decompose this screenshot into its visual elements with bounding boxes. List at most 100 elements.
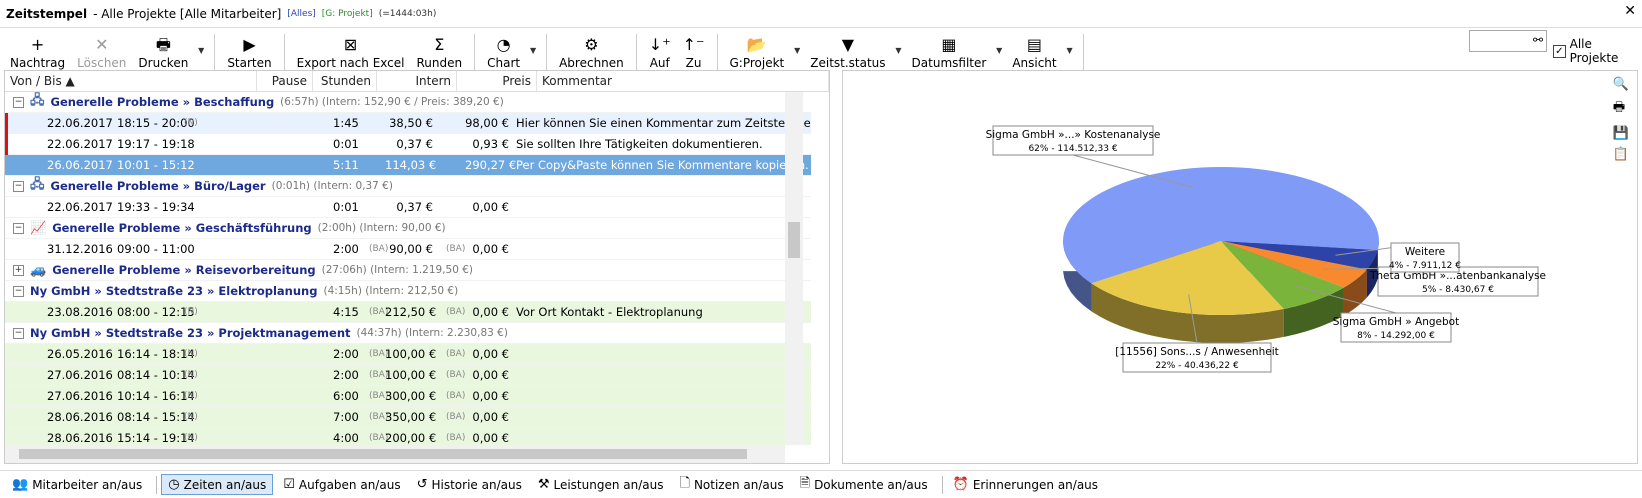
- print-icon[interactable]: 🖶: [1613, 98, 1629, 120]
- group-row[interactable]: + 🚙 Generelle Probleme » Reisevorbereitung…: [5, 260, 811, 281]
- notizen-icon: 🗋: [679, 475, 690, 491]
- gprojekt-button[interactable]: 📂 G:Projekt ▼: [724, 32, 801, 71]
- group-summary: (6:57h) (Intern: 152,90 € / Preis: 389,2…: [280, 96, 504, 108]
- expand-toggle-icon[interactable]: −: [13, 222, 24, 234]
- table-row[interactable]: 28.06.2016 15:14 - 19:14 (N) 4:00 (BA) 200,00…: [5, 428, 811, 445]
- date-cell: 23.08.2016: [47, 305, 113, 319]
- table-row[interactable]: 26.06.2017 10:01 - 15:12 5:11 114,03 € 290,2…: [5, 155, 811, 176]
- dropdown-arrow-icon[interactable]: ▼: [895, 46, 901, 55]
- dropdown-arrow-icon[interactable]: ▼: [530, 46, 536, 55]
- alle-projekte-checkbox[interactable]: ✓ Alle Projekte: [1553, 37, 1642, 65]
- table-row[interactable]: 22.06.2017 19:17 - 19:18 0:01 0,37 € 0,93 € S…: [5, 134, 811, 155]
- dropdown-arrow-icon[interactable]: ▼: [198, 46, 204, 55]
- close-icon[interactable]: ✕: [1624, 3, 1636, 19]
- gprojekt-label: G:Projekt: [729, 56, 785, 70]
- table-row[interactable]: 27.06.2016 10:14 - 16:14 (N) 6:00 (BA) 300,00…: [5, 386, 811, 407]
- ansicht-label: Ansicht: [1012, 56, 1057, 70]
- dokumente-toggle[interactable]: 🗎 Dokumente an/aus: [794, 472, 934, 498]
- datumsfilter-button[interactable]: ▦ Datumsfilter ▼: [906, 32, 1003, 71]
- preis-cell: 0,00 €: [472, 347, 509, 361]
- checkbox-mark[interactable]: ✓: [1553, 44, 1566, 58]
- table-row[interactable]: 22.06.2017 18:15 - 20:00 (N) 1:45 38,50 €98,…: [5, 113, 811, 134]
- loeschen-button[interactable]: ✕ Löschen: [71, 32, 132, 71]
- group-row[interactable]: − 📈 Generelle Probleme » Geschäftsführung (…: [5, 218, 811, 239]
- historie-toggle[interactable]: ↺ Historie an/aus: [411, 475, 528, 494]
- mitarbeiter-label: Mitarbeiter an/aus: [32, 477, 143, 492]
- bottom-separator: [941, 475, 943, 494]
- time-cell: 09:00 - 11:00: [117, 242, 195, 256]
- intern-cell: 100,00 €: [385, 347, 437, 361]
- date-cell: 31.12.2016: [47, 242, 113, 256]
- sort-auf-button[interactable]: ↓⁺ Auf: [643, 32, 677, 71]
- group-summary: (44:37h) (Intern: 2.230,83 €): [356, 327, 508, 339]
- col-von-bis[interactable]: Von / Bis ▲: [5, 71, 257, 91]
- intern-badge: (BA): [446, 370, 466, 380]
- runden-button[interactable]: Σ Runden: [410, 32, 468, 71]
- hours-cell: 5:11: [333, 158, 359, 172]
- chart-button[interactable]: ◔ Chart ▼: [481, 32, 536, 71]
- table-row[interactable]: 23.08.2016 08:00 - 12:15 (N) 4:15 (BA) 212,50…: [5, 302, 811, 323]
- intern-cell: 38,50 €: [389, 116, 433, 130]
- group-row[interactable]: − 🖧 Generelle Probleme » Büro/Lager (0:01h)…: [5, 176, 811, 197]
- expand-toggle-icon[interactable]: +: [13, 264, 24, 276]
- group-row[interactable]: − Ny GmbH » Stedtstraße 23 » Elektroplanu…: [5, 281, 811, 302]
- binoculars-icon[interactable]: ⚯: [1533, 33, 1543, 47]
- aufgaben-toggle[interactable]: ☑ Aufgaben an/aus: [277, 475, 406, 494]
- search-input[interactable]: ⚯: [1469, 30, 1547, 52]
- abrechnen-button[interactable]: ⚙ Abrechnen: [553, 32, 630, 71]
- col-kommentar[interactable]: Kommentar: [537, 71, 829, 91]
- intern-badge: (BA): [446, 244, 466, 254]
- expand-toggle-icon[interactable]: −: [13, 180, 24, 192]
- group-row[interactable]: − 🖧 Generelle Probleme » Beschaffung (6:57h…: [5, 92, 811, 113]
- intern-cell: 200,00 €: [385, 431, 437, 445]
- sort-zu-button[interactable]: ↑⁻ Zu: [677, 32, 711, 71]
- dropdown-arrow-icon[interactable]: ▼: [996, 46, 1002, 55]
- zoom-icon[interactable]: 🔍: [1613, 77, 1629, 92]
- flag-cell: (N): [184, 307, 198, 317]
- col-pause[interactable]: Pause: [257, 71, 313, 91]
- table-row[interactable]: 22.06.2017 19:33 - 19:34 0:01 0,37 € 0,00 €: [5, 197, 811, 218]
- intern-badge: (BA): [446, 433, 466, 443]
- save-icon[interactable]: 💾: [1613, 126, 1629, 141]
- project-icon: 🖧: [30, 177, 45, 192]
- leistungen-toggle[interactable]: ⚒ Leistungen an/aus: [532, 475, 670, 494]
- nachtrag-button[interactable]: + Nachtrag: [4, 32, 71, 71]
- preis-cell: 0,00 €: [472, 410, 509, 424]
- table-row[interactable]: 27.06.2016 08:14 - 10:14 (N) 2:00 (BA) 100,00…: [5, 365, 811, 386]
- ansicht-button[interactable]: ▤ Ansicht ▼: [1006, 32, 1072, 71]
- datumsfilter-icon: ▦: [941, 35, 957, 54]
- table-header: Von / Bis ▲ Pause Stunden Intern Preis K…: [5, 71, 829, 92]
- erinnerungen-toggle[interactable]: ⏰ Erinnerungen an/aus: [947, 475, 1104, 494]
- col-stunden[interactable]: Stunden: [313, 71, 377, 91]
- hours-cell: 4:15: [333, 305, 359, 319]
- drucken-button[interactable]: 🖶 Drucken ▼: [132, 32, 204, 71]
- horizontal-scrollbar[interactable]: [5, 445, 785, 463]
- table-row[interactable]: 28.06.2016 08:14 - 15:14 (N) 7:00 (BA) 350,00…: [5, 407, 811, 428]
- project-icon: 🖧: [30, 93, 45, 108]
- expand-toggle-icon[interactable]: −: [13, 327, 24, 339]
- dropdown-arrow-icon[interactable]: ▼: [1066, 46, 1072, 55]
- col-intern[interactable]: Intern: [377, 71, 457, 91]
- copy-icon[interactable]: 📋: [1613, 147, 1629, 162]
- starten-button[interactable]: ▶ Starten: [221, 32, 277, 71]
- pie-label-detail: 8% - 14.292,00 €: [1357, 331, 1435, 341]
- mitarbeiter-toggle[interactable]: 👥 Mitarbeiter an/aus: [6, 475, 148, 494]
- comment-cell: Hier können Sie einen Kommentar zum Zeit…: [516, 116, 811, 130]
- hours-cell: 7:00: [333, 410, 359, 424]
- col-preis[interactable]: Preis: [457, 71, 537, 91]
- intern-cell: 100,00 €: [385, 368, 437, 382]
- table-row[interactable]: 31.12.2016 09:00 - 11:00 2:00 (BA) 90,00 € (B…: [5, 239, 811, 260]
- expand-toggle-icon[interactable]: −: [13, 285, 24, 297]
- dropdown-arrow-icon[interactable]: ▼: [794, 46, 800, 55]
- expand-toggle-icon[interactable]: −: [13, 96, 24, 108]
- flag-cell: (N): [184, 412, 198, 422]
- zeiten-toggle[interactable]: ◷ Zeiten an/aus: [161, 474, 274, 495]
- notizen-toggle[interactable]: 🗋 Notizen an/aus: [673, 472, 789, 498]
- dokumente-label: Dokumente an/aus: [814, 477, 928, 492]
- vertical-scrollbar[interactable]: [785, 92, 803, 445]
- zeitstatus-button[interactable]: ▼ Zeitst.status ▼: [804, 32, 901, 71]
- group-row[interactable]: − Ny GmbH » Stedtstraße 23 » Projektmanag…: [5, 323, 811, 344]
- marker-flag: [5, 134, 8, 155]
- table-row[interactable]: 26.05.2016 16:14 - 18:14 (N) 2:00 (BA) 100,00…: [5, 344, 811, 365]
- export-excel-button[interactable]: ⊠ Export nach Excel: [291, 32, 411, 71]
